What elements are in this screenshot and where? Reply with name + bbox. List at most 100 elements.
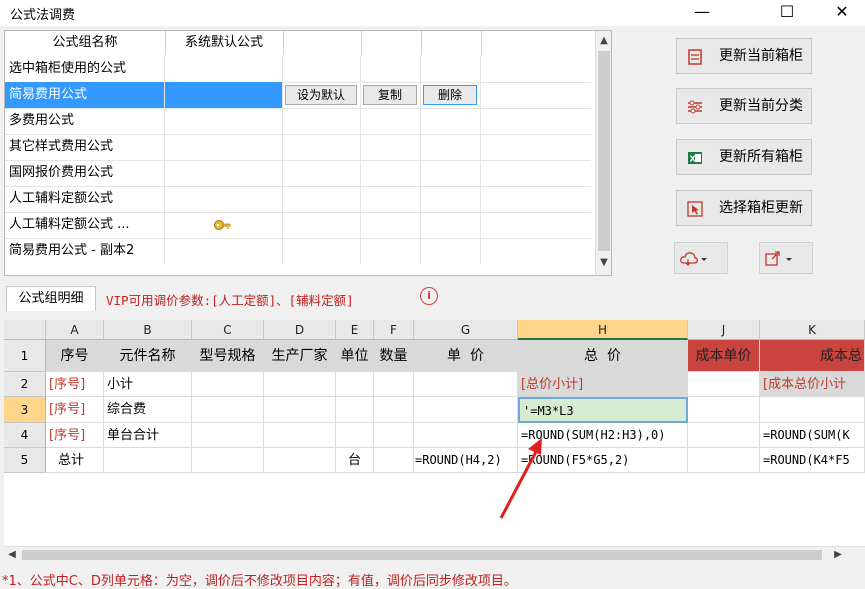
header-cell-seq[interactable]: 序号: [46, 340, 104, 372]
row-header-2[interactable]: 2: [4, 372, 46, 397]
header-cell-maker[interactable]: 生产厂家: [264, 340, 336, 372]
group-row-selected[interactable]: 简易费用公式 设为默认 复制 删除: [5, 82, 591, 109]
cell-a5[interactable]: 总计: [46, 448, 104, 473]
cell-d5[interactable]: [264, 448, 336, 473]
column-header-group-name[interactable]: 公式组名称: [5, 31, 166, 55]
column-header-e[interactable]: E: [336, 320, 374, 340]
header-cell-unit-price[interactable]: 单 价: [414, 340, 518, 372]
formula-spreadsheet[interactable]: A B C D E F G H J K 1 2 3 4 5 序号 元件名称 型号…: [4, 320, 865, 560]
cell-j5[interactable]: [688, 448, 760, 473]
cell-a4[interactable]: [序号]: [46, 423, 104, 448]
cell-c2[interactable]: [192, 372, 264, 397]
cell-e3[interactable]: [336, 397, 374, 423]
cell-k5[interactable]: =ROUND(K4*F5: [760, 448, 865, 473]
column-header-c[interactable]: C: [192, 320, 264, 340]
minimize-button[interactable]: —: [679, 0, 725, 26]
sheet-horizontal-scrollbar[interactable]: ◀ ▶: [4, 546, 865, 563]
tab-formula-group-detail[interactable]: 公式组明细: [6, 286, 96, 311]
cell-b2[interactable]: 小计: [104, 372, 192, 397]
formula-group-list[interactable]: 公式组名称 系统默认公式 选中箱柜使用的公式 简易费用公式 设为默认 复制 删除…: [4, 30, 612, 276]
header-cell-model[interactable]: 型号规格: [192, 340, 264, 372]
update-all-cabinets-button[interactable]: X 更新所有箱柜: [676, 139, 812, 175]
cell-e2[interactable]: [336, 372, 374, 397]
cell-h3-selected[interactable]: '=M3*L3: [518, 397, 688, 423]
cell-e4[interactable]: [336, 423, 374, 448]
column-header-k[interactable]: K: [760, 320, 865, 340]
group-row[interactable]: 简易费用公式 - 副本2: [5, 238, 591, 264]
column-header-default[interactable]: 系统默认公式: [165, 31, 284, 55]
group-list-scrollbar[interactable]: ▲ ▼: [595, 31, 611, 275]
cell-c5[interactable]: [192, 448, 264, 473]
cell-k4[interactable]: =ROUND(SUM(K: [760, 423, 865, 448]
cell-f4[interactable]: [374, 423, 414, 448]
cell-j4[interactable]: [688, 423, 760, 448]
copy-button[interactable]: 复制: [363, 85, 417, 105]
scroll-right-icon[interactable]: ▶: [830, 547, 846, 563]
column-header-g[interactable]: G: [414, 320, 518, 340]
header-cell-unit[interactable]: 单位: [336, 340, 374, 372]
header-cell-cost-unit[interactable]: 成本单价: [688, 340, 760, 372]
cell-b3[interactable]: 综合费: [104, 397, 192, 423]
cell-f5[interactable]: [374, 448, 414, 473]
cell-c3[interactable]: [192, 397, 264, 423]
column-header-j[interactable]: J: [688, 320, 760, 340]
header-cell-name[interactable]: 元件名称: [104, 340, 192, 372]
column-header-b[interactable]: B: [104, 320, 192, 340]
update-current-category-button[interactable]: 更新当前分类: [676, 88, 812, 124]
cell-b4[interactable]: 单台合计: [104, 423, 192, 448]
cell-j2[interactable]: [688, 372, 760, 397]
header-cell-cost-total[interactable]: 成本总: [760, 340, 865, 372]
row-header-4[interactable]: 4: [4, 423, 46, 448]
cell-d3[interactable]: [264, 397, 336, 423]
cell-g2[interactable]: [414, 372, 518, 397]
info-icon[interactable]: i: [420, 287, 438, 305]
scrollbar-thumb[interactable]: [598, 51, 610, 251]
cell-f3[interactable]: [374, 397, 414, 423]
cell-k2[interactable]: [成本总价小计: [760, 372, 865, 397]
group-row[interactable]: 选中箱柜使用的公式: [5, 56, 591, 83]
export-menu-button[interactable]: [759, 242, 813, 274]
cell-h5[interactable]: =ROUND(F5*G5,2): [518, 448, 688, 473]
cell-d4[interactable]: [264, 423, 336, 448]
cell-g4[interactable]: [414, 423, 518, 448]
scrollbar-thumb[interactable]: [22, 550, 822, 560]
update-current-cabinet-button[interactable]: 更新当前箱柜: [676, 38, 812, 74]
cell-g3[interactable]: [414, 397, 518, 423]
maximize-button[interactable]: ☐: [764, 0, 810, 26]
cell-f2[interactable]: [374, 372, 414, 397]
cell-d2[interactable]: [264, 372, 336, 397]
header-cell-total-price[interactable]: 总 价: [518, 340, 688, 372]
cell-k3[interactable]: [760, 397, 865, 423]
group-row[interactable]: 多费用公式: [5, 108, 591, 135]
row-header-5[interactable]: 5: [4, 448, 46, 473]
column-header-h[interactable]: H: [518, 320, 688, 340]
scroll-down-icon[interactable]: ▼: [596, 255, 611, 271]
column-header-f[interactable]: F: [374, 320, 414, 340]
group-row[interactable]: 人工辅料定额公式 ...: [5, 212, 591, 239]
cell-h4[interactable]: =ROUND(SUM(H2:H3),0): [518, 423, 688, 448]
cloud-menu-button[interactable]: [674, 242, 728, 274]
cell-e5[interactable]: 台: [336, 448, 374, 473]
cell-g5[interactable]: =ROUND(H4,2): [414, 448, 518, 473]
group-row[interactable]: 其它样式费用公式: [5, 134, 591, 161]
select-all-corner[interactable]: [4, 320, 46, 340]
cell-c4[interactable]: [192, 423, 264, 448]
header-cell-qty[interactable]: 数量: [374, 340, 414, 372]
cell-j3[interactable]: [688, 397, 760, 423]
scroll-up-icon[interactable]: ▲: [596, 33, 611, 49]
row-header-3[interactable]: 3: [4, 397, 46, 423]
column-header-a[interactable]: A: [46, 320, 104, 340]
close-button[interactable]: ✕: [819, 0, 865, 26]
row-header-1[interactable]: 1: [4, 340, 46, 372]
scroll-left-icon[interactable]: ◀: [4, 547, 20, 563]
set-default-button[interactable]: 设为默认: [285, 85, 357, 105]
cell-a3[interactable]: [序号]: [46, 397, 104, 423]
cell-b5[interactable]: [104, 448, 192, 473]
cell-h2[interactable]: [总价小计]: [518, 372, 688, 397]
column-header-d[interactable]: D: [264, 320, 336, 340]
group-row[interactable]: 国网报价费用公式: [5, 160, 591, 187]
group-row[interactable]: 人工辅料定额公式: [5, 186, 591, 213]
delete-button[interactable]: 删除: [423, 85, 477, 105]
select-cabinet-update-button[interactable]: 选择箱柜更新: [676, 190, 812, 226]
cell-a2[interactable]: [序号]: [46, 372, 104, 397]
